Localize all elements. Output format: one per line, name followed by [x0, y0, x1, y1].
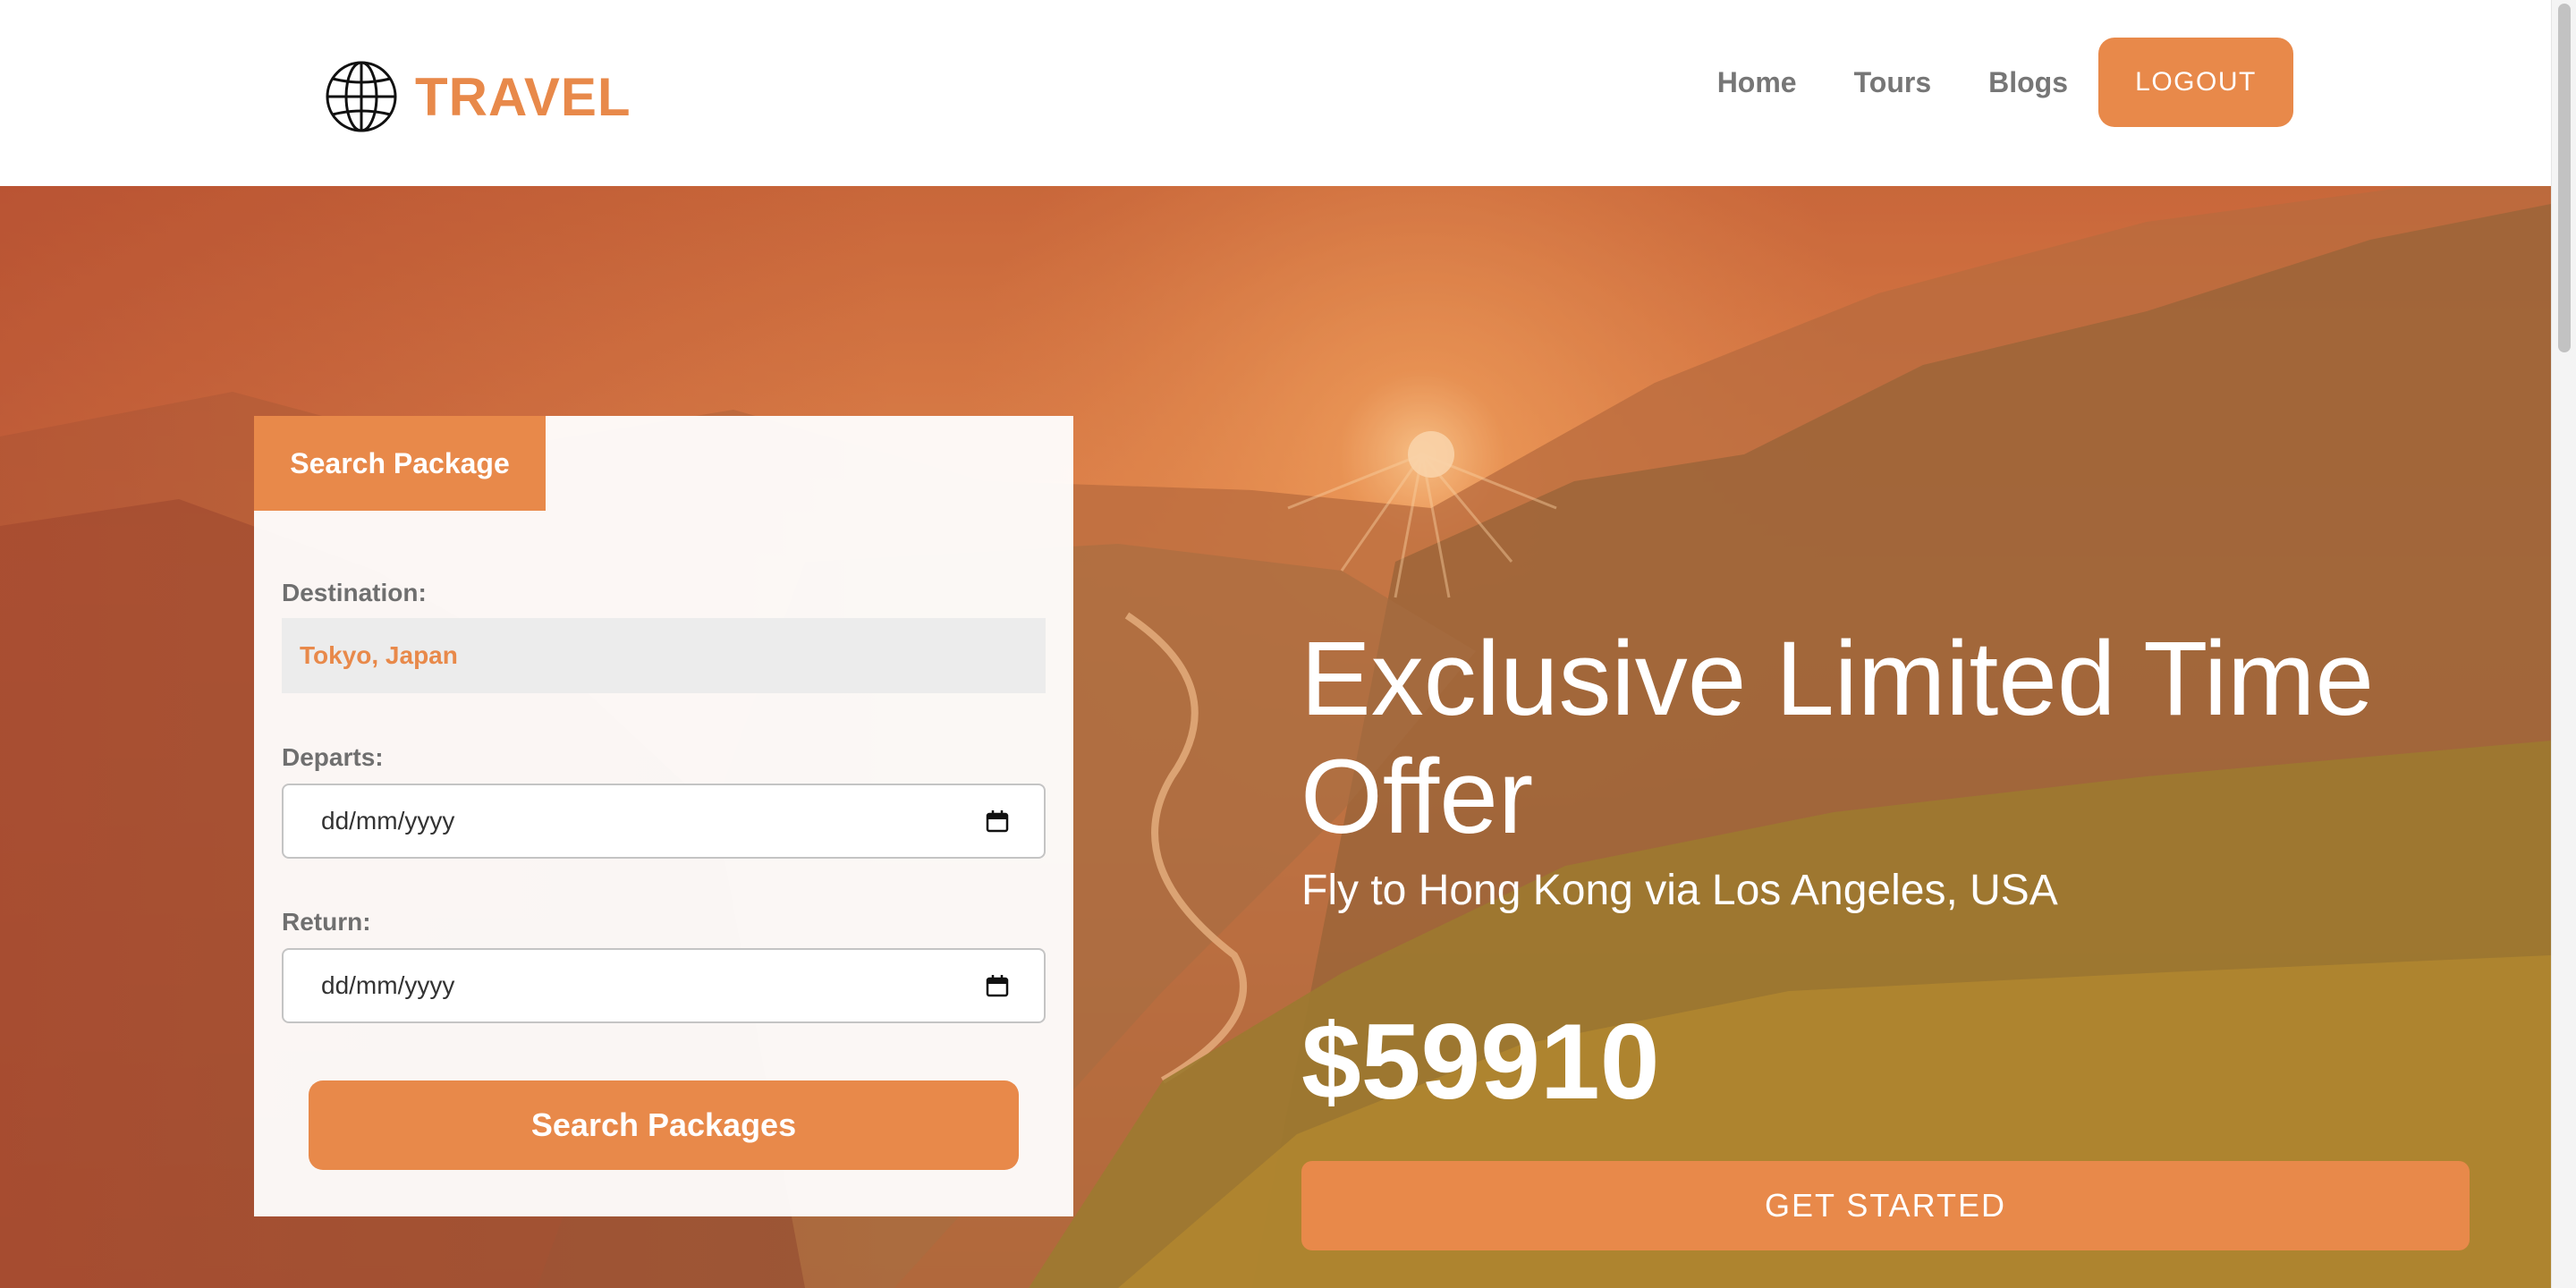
main-nav: Home Tours Blogs LOGOUT: [1717, 38, 2293, 127]
hero-section: Search Package Destination: Departs: dd/…: [0, 186, 2551, 1288]
calendar-icon[interactable]: [985, 973, 1010, 998]
return-label: Return:: [282, 908, 371, 936]
nav-blogs[interactable]: Blogs: [1988, 66, 2068, 99]
destination-label: Destination:: [282, 579, 427, 606]
search-package-card: Search Package Destination: Departs: dd/…: [254, 416, 1073, 1216]
search-package-tab[interactable]: Search Package: [254, 416, 546, 511]
departs-date-value: dd/mm/yyyy: [321, 807, 455, 835]
calendar-icon[interactable]: [985, 809, 1010, 834]
nav-tours[interactable]: Tours: [1854, 66, 1932, 99]
nav-home[interactable]: Home: [1717, 66, 1797, 99]
scrollbar-thumb[interactable]: [2558, 4, 2571, 352]
logo-text: TRAVEL: [415, 66, 631, 127]
page-scrollbar[interactable]: [2551, 0, 2576, 1288]
return-date-value: dd/mm/yyyy: [321, 971, 455, 999]
departs-label: Departs:: [282, 743, 384, 771]
destination-input[interactable]: [282, 618, 1046, 693]
return-date-input[interactable]: dd/mm/yyyy: [282, 948, 1046, 1023]
globe-icon: [326, 61, 397, 132]
offer-title: Exclusive Limited Time Offer: [1301, 620, 2375, 856]
offer-subtitle: Fly to Hong Kong via Los Angeles, USA: [1301, 867, 2058, 914]
site-header: TRAVEL Home Tours Blogs LOGOUT: [0, 0, 2551, 186]
logo[interactable]: TRAVEL: [324, 59, 631, 134]
offer-price: $59910: [1301, 1002, 1660, 1122]
search-packages-button[interactable]: Search Packages: [309, 1080, 1019, 1170]
logout-button[interactable]: LOGOUT: [2098, 38, 2293, 127]
get-started-button[interactable]: GET STARTED: [1301, 1161, 2470, 1250]
departs-date-input[interactable]: dd/mm/yyyy: [282, 784, 1046, 859]
